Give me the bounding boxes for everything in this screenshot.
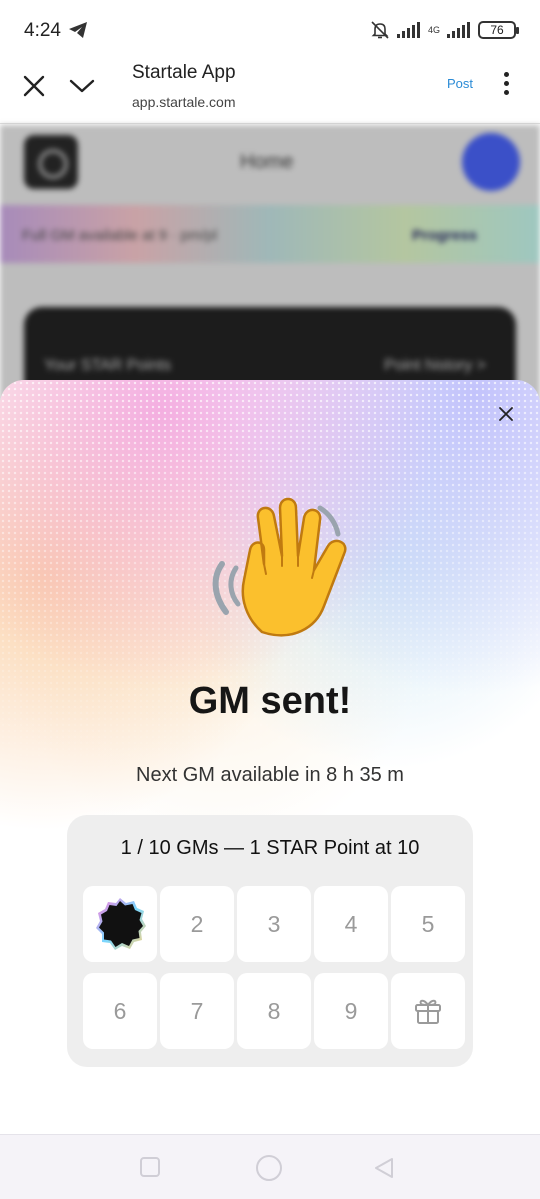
signal-icon <box>396 22 420 38</box>
next-gm-countdown: Next GM available in 8 h 35 m <box>136 764 404 786</box>
page-title: Startale App <box>132 62 236 83</box>
system-nav-bar <box>0 1134 540 1199</box>
back-button[interactable] <box>372 1156 396 1180</box>
close-icon[interactable] <box>496 404 516 424</box>
app-logo <box>24 135 78 189</box>
page-url: app.startale.com <box>132 94 236 110</box>
gm-slot: 7 <box>160 973 234 1049</box>
gm-slot: 2 <box>160 886 234 962</box>
gm-slot: 9 <box>314 973 388 1049</box>
chevron-down-icon[interactable] <box>68 74 96 98</box>
browser-header: Startale App app.startale.com Post <box>0 56 540 124</box>
bell-off-icon <box>371 21 389 39</box>
signal-icon-2 <box>447 22 470 38</box>
points-card-label: Your STAR Points <box>44 357 172 374</box>
status-icons: 4G 76 <box>370 20 519 40</box>
gm-slot: 4 <box>314 886 388 962</box>
gm-slot: 6 <box>83 973 157 1049</box>
gm-progress-text: 1 / 10 GMs — 1 STAR Point at 10 <box>120 837 420 859</box>
points-history-link: Point history > <box>384 357 486 374</box>
gm-progress-grid: 2 3 4 5 6 7 8 9 <box>83 886 467 1049</box>
gm-slot-completed <box>83 886 157 962</box>
background-banner: Full GM available at 9 · pm/pl Progress <box>0 205 540 263</box>
gm-sent-sheet: GM sent! Next GM available in 8 h 35 m 1… <box>0 380 540 1134</box>
more-menu-icon[interactable] <box>500 72 512 98</box>
gift-icon <box>415 999 441 1024</box>
waving-hand-icon <box>212 497 347 637</box>
gm-slot: 8 <box>237 973 311 1049</box>
avatar <box>462 133 520 191</box>
background-header-title: Home <box>240 151 294 173</box>
banner-text: Full GM available at 9 · pm/pl <box>22 227 218 244</box>
gm-slot: 5 <box>391 886 465 962</box>
gm-slot: 3 <box>237 886 311 962</box>
sheet-title: GM sent! <box>188 680 352 722</box>
status-time: 4:24 <box>24 20 61 41</box>
gm-slot-reward <box>391 973 465 1049</box>
battery-indicator: 76 <box>478 21 519 39</box>
status-bar: 4:24 4G 76 <box>0 0 540 56</box>
recents-button[interactable] <box>140 1157 160 1177</box>
close-icon[interactable] <box>22 74 46 98</box>
network-type: 4G <box>427 24 440 35</box>
banner-link: Progress <box>412 227 478 244</box>
gm-badge-icon <box>96 898 146 950</box>
gm-progress-panel: 1 / 10 GMs — 1 STAR Point at 10 2 3 4 5 … <box>67 815 473 1067</box>
post-button[interactable]: Post <box>447 76 473 91</box>
home-button[interactable] <box>256 1155 282 1181</box>
telegram-icon <box>69 22 87 38</box>
